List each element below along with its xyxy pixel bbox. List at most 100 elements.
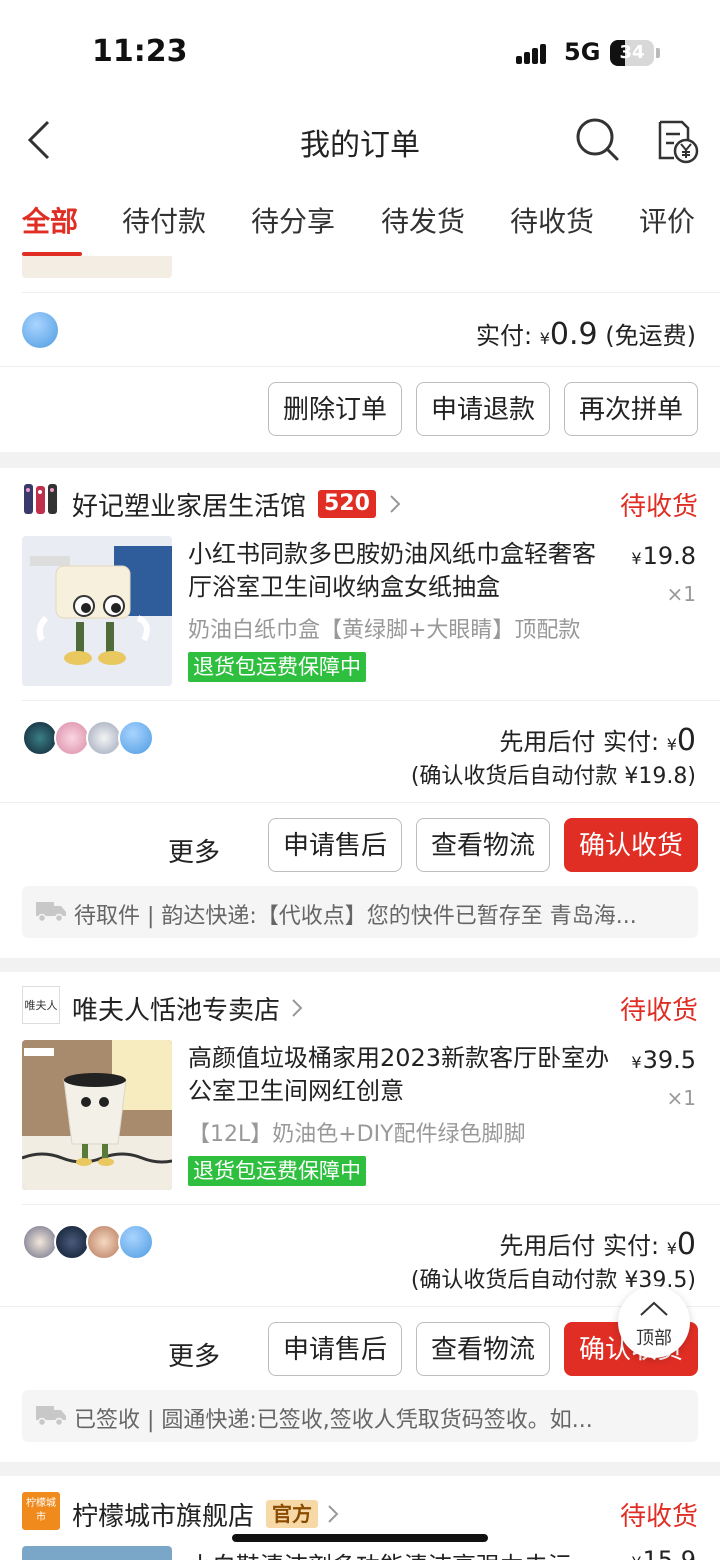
bill-yuan-icon[interactable] (654, 116, 700, 164)
shop-name[interactable]: 唯夫人恬池专卖店 (72, 990, 280, 1027)
product-price: ¥19.8 (631, 542, 696, 570)
order-tabs: 全部 待付款 待分享 待发货 待收货 评价 (0, 180, 720, 256)
auto-pay-note: (确认收货后自动付款 ¥19.8) (410, 764, 696, 789)
product-variant: 【12L】奶油色+DIY配件绿色脚脚 (188, 1122, 526, 1147)
order-card: 柠檬城市 柠檬城市旗舰店 官方 待收货 小白鞋清洁剂多功能清洁亮强力去污 ¥15… (0, 1476, 720, 1560)
confirm-receipt-button[interactable]: 确认收货 (564, 818, 698, 872)
signal-icon (516, 42, 552, 64)
product-qty: ×1 (666, 1086, 696, 1110)
pay-label: 先用后付 实付: (499, 728, 660, 756)
price-amount: 15.9 (642, 1546, 696, 1560)
avatar (118, 1224, 154, 1260)
avatar (86, 720, 122, 756)
order-status: 待收货 (619, 1502, 698, 1532)
battery-icon: 34 (610, 40, 654, 66)
shop-logo (22, 482, 60, 520)
product-title[interactable]: 高颜值垃圾桶家用2023新款客厅卧室办公室卫生间网红创意 (188, 1042, 618, 1108)
currency-symbol: ¥ (539, 329, 550, 348)
official-badge: 官方 (266, 1500, 318, 1528)
tab-pending-receipt[interactable]: 待收货 (510, 200, 594, 240)
order-card: 好记塑业家居生活馆 520 待收货 小红书同款多巴胺奶油风纸巾盒轻奢客厅浴室卫生… (0, 468, 720, 958)
currency-symbol: ¥ (631, 1553, 641, 1560)
after-sales-button[interactable]: 申请售后 (268, 1322, 402, 1376)
tab-pending-shipment[interactable]: 待发货 (381, 200, 465, 240)
logistics-bar[interactable]: 待取件 | 韵达快递:【代收点】您的快件已暂存至 青岛海... (22, 886, 698, 938)
battery-level: 34 (619, 42, 645, 63)
shop-name[interactable]: 好记塑业家居生活馆 (72, 486, 306, 523)
currency-symbol: ¥ (631, 1053, 642, 1072)
request-refund-button[interactable]: 申请退款 (416, 382, 550, 436)
product-price: ¥15.9 (631, 1546, 696, 1560)
nav-bar: 我的订单 (0, 100, 720, 181)
order-card: 实付: ¥0.9 (免运费) 删除订单 申请退款 再次拼单 (0, 256, 720, 452)
view-logistics-button[interactable]: 查看物流 (416, 818, 550, 872)
more-button[interactable]: 更多 (168, 832, 220, 869)
order-card: 唯夫人 唯夫人恬池专卖店 待收货 高颜值垃圾桶家用2023新款客厅卧室办公室卫生… (0, 972, 720, 1462)
after-sales-button[interactable]: 申请售后 (268, 818, 402, 872)
product-qty: ×1 (666, 582, 696, 606)
divider (0, 366, 720, 367)
product-price: ¥39.5 (631, 1046, 696, 1074)
shop-badge: 520 (318, 490, 376, 518)
truck-icon (36, 1404, 66, 1427)
avatar (54, 720, 90, 756)
avatar (22, 1224, 58, 1260)
order-status: 待收货 (619, 492, 698, 522)
chevron-right-icon[interactable] (388, 492, 402, 520)
product-image[interactable] (22, 1040, 172, 1190)
status-bar: 11:23 5G 34 (0, 0, 720, 100)
shop-logo: 柠檬城市 (22, 1492, 60, 1530)
paid-total: 实付: ¥0.9 (免运费) (476, 316, 696, 352)
tab-reviews[interactable]: 评价 (639, 200, 695, 240)
currency-symbol: ¥ (666, 735, 677, 754)
divider (22, 700, 720, 701)
back-icon[interactable] (22, 118, 62, 162)
product-image[interactable] (22, 536, 172, 686)
product-thumb-partial[interactable] (22, 256, 172, 278)
tab-all[interactable]: 全部 (22, 200, 78, 240)
tab-pending-share[interactable]: 待分享 (251, 200, 335, 240)
divider (22, 1204, 720, 1205)
network-type: 5G (564, 38, 601, 66)
return-shipping-badge: 退货包运费保障中 (188, 652, 366, 682)
home-indicator[interactable] (232, 1534, 488, 1542)
more-button[interactable]: 更多 (168, 1336, 220, 1373)
paid-amount: 0 (676, 1227, 696, 1262)
truck-icon (36, 900, 66, 923)
back-to-top-button[interactable]: 顶部 (618, 1286, 690, 1358)
avatar (118, 720, 154, 756)
currency-symbol: ¥ (666, 1239, 677, 1258)
product-title[interactable]: 小白鞋清洁剂多功能清洁亮强力去污 (188, 1546, 608, 1560)
logistics-text: 已签收 | 圆通快递:已签收,签收人凭取货码签收。如... (74, 1408, 593, 1433)
avatar (86, 1224, 122, 1260)
paid-amount: 0.9 (549, 317, 598, 352)
divider (0, 1306, 720, 1307)
paid-total: 先用后付 实付: ¥0 (499, 1226, 696, 1262)
avatar (54, 1224, 90, 1260)
currency-symbol: ¥ (631, 549, 642, 568)
shop-name[interactable]: 柠檬城市旗舰店 (72, 1496, 254, 1533)
paid-label: 实付: (475, 322, 533, 350)
price-amount: 39.5 (642, 1046, 696, 1074)
product-title[interactable]: 小红书同款多巴胺奶油风纸巾盒轻奢客厅浴室卫生间收纳盒女纸抽盒 (188, 538, 618, 604)
divider (0, 802, 720, 803)
product-variant: 奶油白纸巾盒【黄绿脚+大眼睛】顶配款 (188, 618, 581, 643)
avatar (22, 720, 58, 756)
pay-label: 先用后付 实付: (499, 1232, 660, 1260)
order-status: 待收货 (619, 996, 698, 1026)
product-image[interactable] (22, 1546, 172, 1560)
logistics-bar[interactable]: 已签收 | 圆通快递:已签收,签收人凭取货码签收。如... (22, 1390, 698, 1442)
reorder-button[interactable]: 再次拼单 (564, 382, 698, 436)
chevron-right-icon[interactable] (290, 996, 304, 1024)
paid-amount: 0 (676, 723, 696, 758)
chevron-right-icon[interactable] (326, 1502, 340, 1530)
back-to-top-label: 顶部 (636, 1328, 672, 1349)
view-logistics-button[interactable]: 查看物流 (416, 1322, 550, 1376)
return-shipping-badge: 退货包运费保障中 (188, 1156, 366, 1186)
avatar (22, 312, 58, 348)
shop-logo: 唯夫人 (22, 986, 60, 1024)
tab-pending-payment[interactable]: 待付款 (122, 200, 206, 240)
delete-order-button[interactable]: 删除订单 (268, 382, 402, 436)
search-icon[interactable] (574, 116, 620, 162)
battery-tip (656, 48, 660, 58)
